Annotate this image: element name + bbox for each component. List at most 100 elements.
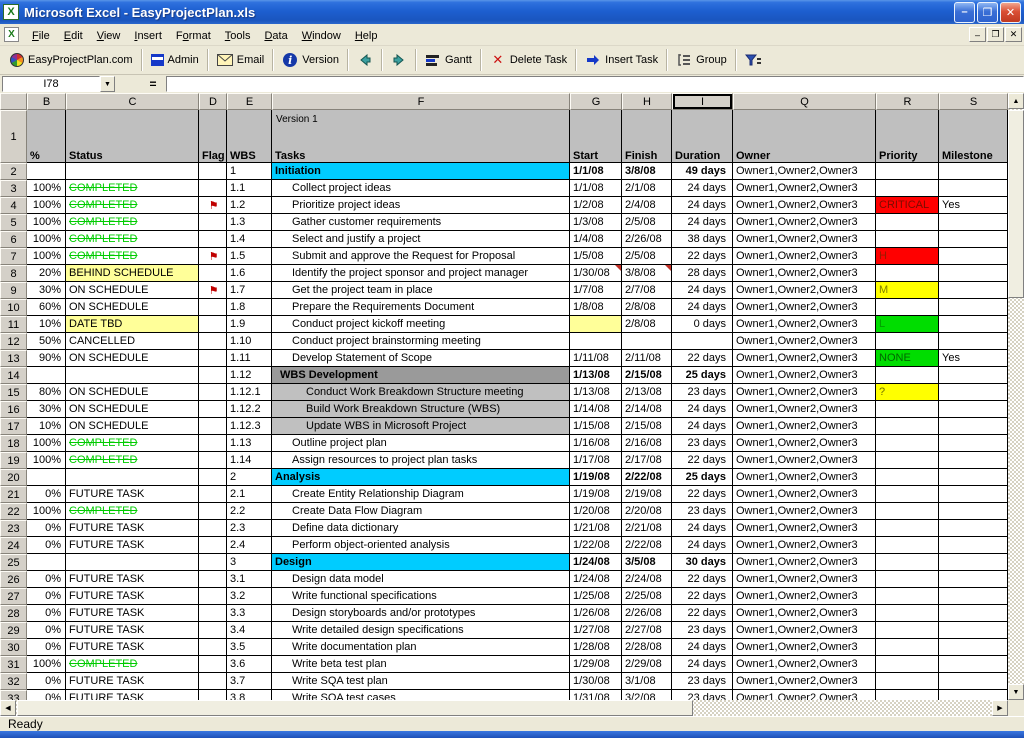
cell-S21[interactable] [939,486,1008,503]
cell-E7[interactable]: 1.5 [227,248,272,265]
cell-G18[interactable]: 1/16/08 [570,435,622,452]
cell-F32[interactable]: Write SQA test plan [272,673,570,690]
row-header-23[interactable]: 23 [0,520,27,537]
cell-S11[interactable] [939,316,1008,333]
cell-Q1[interactable]: Owner [733,110,876,163]
cell-S12[interactable] [939,333,1008,350]
forward-button[interactable] [385,48,413,72]
insert-task-button[interactable]: Insert Task [579,48,664,72]
cell-F18[interactable]: Outline project plan [272,435,570,452]
column-header-Q[interactable]: Q [733,93,876,110]
cell-H25[interactable]: 3/5/08 [622,554,672,571]
cell-R20[interactable] [876,469,939,486]
cell-D14[interactable] [199,367,227,384]
cell-I2[interactable]: 49 days [672,163,733,180]
cell-C8[interactable]: BEHIND SCHEDULE [66,265,199,282]
cell-D9[interactable]: ⚑ [199,282,227,299]
cell-C19[interactable]: COMPLETED [66,452,199,469]
cell-S10[interactable] [939,299,1008,316]
cell-H10[interactable]: 2/8/08 [622,299,672,316]
cell-G28[interactable]: 1/26/08 [570,605,622,622]
cell-G32[interactable]: 1/30/08 [570,673,622,690]
cell-B26[interactable]: 0% [27,571,66,588]
cell-H2[interactable]: 3/8/08 [622,163,672,180]
column-header-C[interactable]: C [66,93,199,110]
cell-S28[interactable] [939,605,1008,622]
cell-R14[interactable] [876,367,939,384]
cell-F28[interactable]: Design storyboards and/or prototypes [272,605,570,622]
cell-F27[interactable]: Write functional specifications [272,588,570,605]
cell-D7[interactable]: ⚑ [199,248,227,265]
cell-D1[interactable]: Flag [199,110,227,163]
cell-B1[interactable]: % [27,110,66,163]
group-button[interactable]: Group [670,48,733,72]
cell-G14[interactable]: 1/13/08 [570,367,622,384]
cell-S8[interactable] [939,265,1008,282]
menu-view[interactable]: View [90,27,128,45]
cell-G9[interactable]: 1/7/08 [570,282,622,299]
cell-G17[interactable]: 1/15/08 [570,418,622,435]
cell-D16[interactable] [199,401,227,418]
cell-C14[interactable] [66,367,199,384]
cell-H32[interactable]: 3/1/08 [622,673,672,690]
cell-R9[interactable]: M [876,282,939,299]
cell-C11[interactable]: DATE TBD [66,316,199,333]
cell-F16[interactable]: Build Work Breakdown Structure (WBS) [272,401,570,418]
cell-I11[interactable]: 0 days [672,316,733,333]
cell-B22[interactable]: 100% [27,503,66,520]
cell-E10[interactable]: 1.8 [227,299,272,316]
cell-I17[interactable]: 24 days [672,418,733,435]
cell-I13[interactable]: 22 days [672,350,733,367]
cell-Q7[interactable]: Owner1,Owner2,Owner3 [733,248,876,265]
cell-R4[interactable]: CRITICAL [876,197,939,214]
cell-S16[interactable] [939,401,1008,418]
row-header-25[interactable]: 25 [0,554,27,571]
row-header-18[interactable]: 18 [0,435,27,452]
cell-E24[interactable]: 2.4 [227,537,272,554]
cell-E6[interactable]: 1.4 [227,231,272,248]
cell-C6[interactable]: COMPLETED [66,231,199,248]
cell-E8[interactable]: 1.6 [227,265,272,282]
cell-I19[interactable]: 22 days [672,452,733,469]
cell-C16[interactable]: ON SCHEDULE [66,401,199,418]
scroll-left-button[interactable]: ◀ [0,700,16,716]
horizontal-scrollbar[interactable]: ◀ ▶ [0,700,1008,716]
cell-H16[interactable]: 2/14/08 [622,401,672,418]
cell-B10[interactable]: 60% [27,299,66,316]
cell-F31[interactable]: Write beta test plan [272,656,570,673]
cell-I1[interactable]: Duration [672,110,733,163]
cell-D13[interactable] [199,350,227,367]
cell-G3[interactable]: 1/1/08 [570,180,622,197]
cell-B16[interactable]: 30% [27,401,66,418]
cell-D30[interactable] [199,639,227,656]
row-header-7[interactable]: 7 [0,248,27,265]
cell-B27[interactable]: 0% [27,588,66,605]
cell-I4[interactable]: 24 days [672,197,733,214]
cell-Q15[interactable]: Owner1,Owner2,Owner3 [733,384,876,401]
cell-E19[interactable]: 1.14 [227,452,272,469]
cell-D3[interactable] [199,180,227,197]
menu-format[interactable]: Format [169,27,218,45]
cell-F21[interactable]: Create Entity Relationship Diagram [272,486,570,503]
cell-I21[interactable]: 22 days [672,486,733,503]
row-header-30[interactable]: 30 [0,639,27,656]
cell-D15[interactable] [199,384,227,401]
cell-G13[interactable]: 1/11/08 [570,350,622,367]
row-header-26[interactable]: 26 [0,571,27,588]
vertical-scroll-thumb[interactable] [1008,110,1024,298]
cell-S17[interactable] [939,418,1008,435]
cell-I31[interactable]: 24 days [672,656,733,673]
row-header-20[interactable]: 20 [0,469,27,486]
cell-I24[interactable]: 24 days [672,537,733,554]
cell-Q14[interactable]: Owner1,Owner2,Owner3 [733,367,876,384]
cell-Q32[interactable]: Owner1,Owner2,Owner3 [733,673,876,690]
cell-Q12[interactable]: Owner1,Owner2,Owner3 [733,333,876,350]
scroll-up-button[interactable]: ▲ [1008,93,1024,109]
cell-R15[interactable]: ? [876,384,939,401]
cell-G31[interactable]: 1/29/08 [570,656,622,673]
cell-B31[interactable]: 100% [27,656,66,673]
cell-S31[interactable] [939,656,1008,673]
cell-E23[interactable]: 2.3 [227,520,272,537]
cell-E22[interactable]: 2.2 [227,503,272,520]
cell-C15[interactable]: ON SCHEDULE [66,384,199,401]
